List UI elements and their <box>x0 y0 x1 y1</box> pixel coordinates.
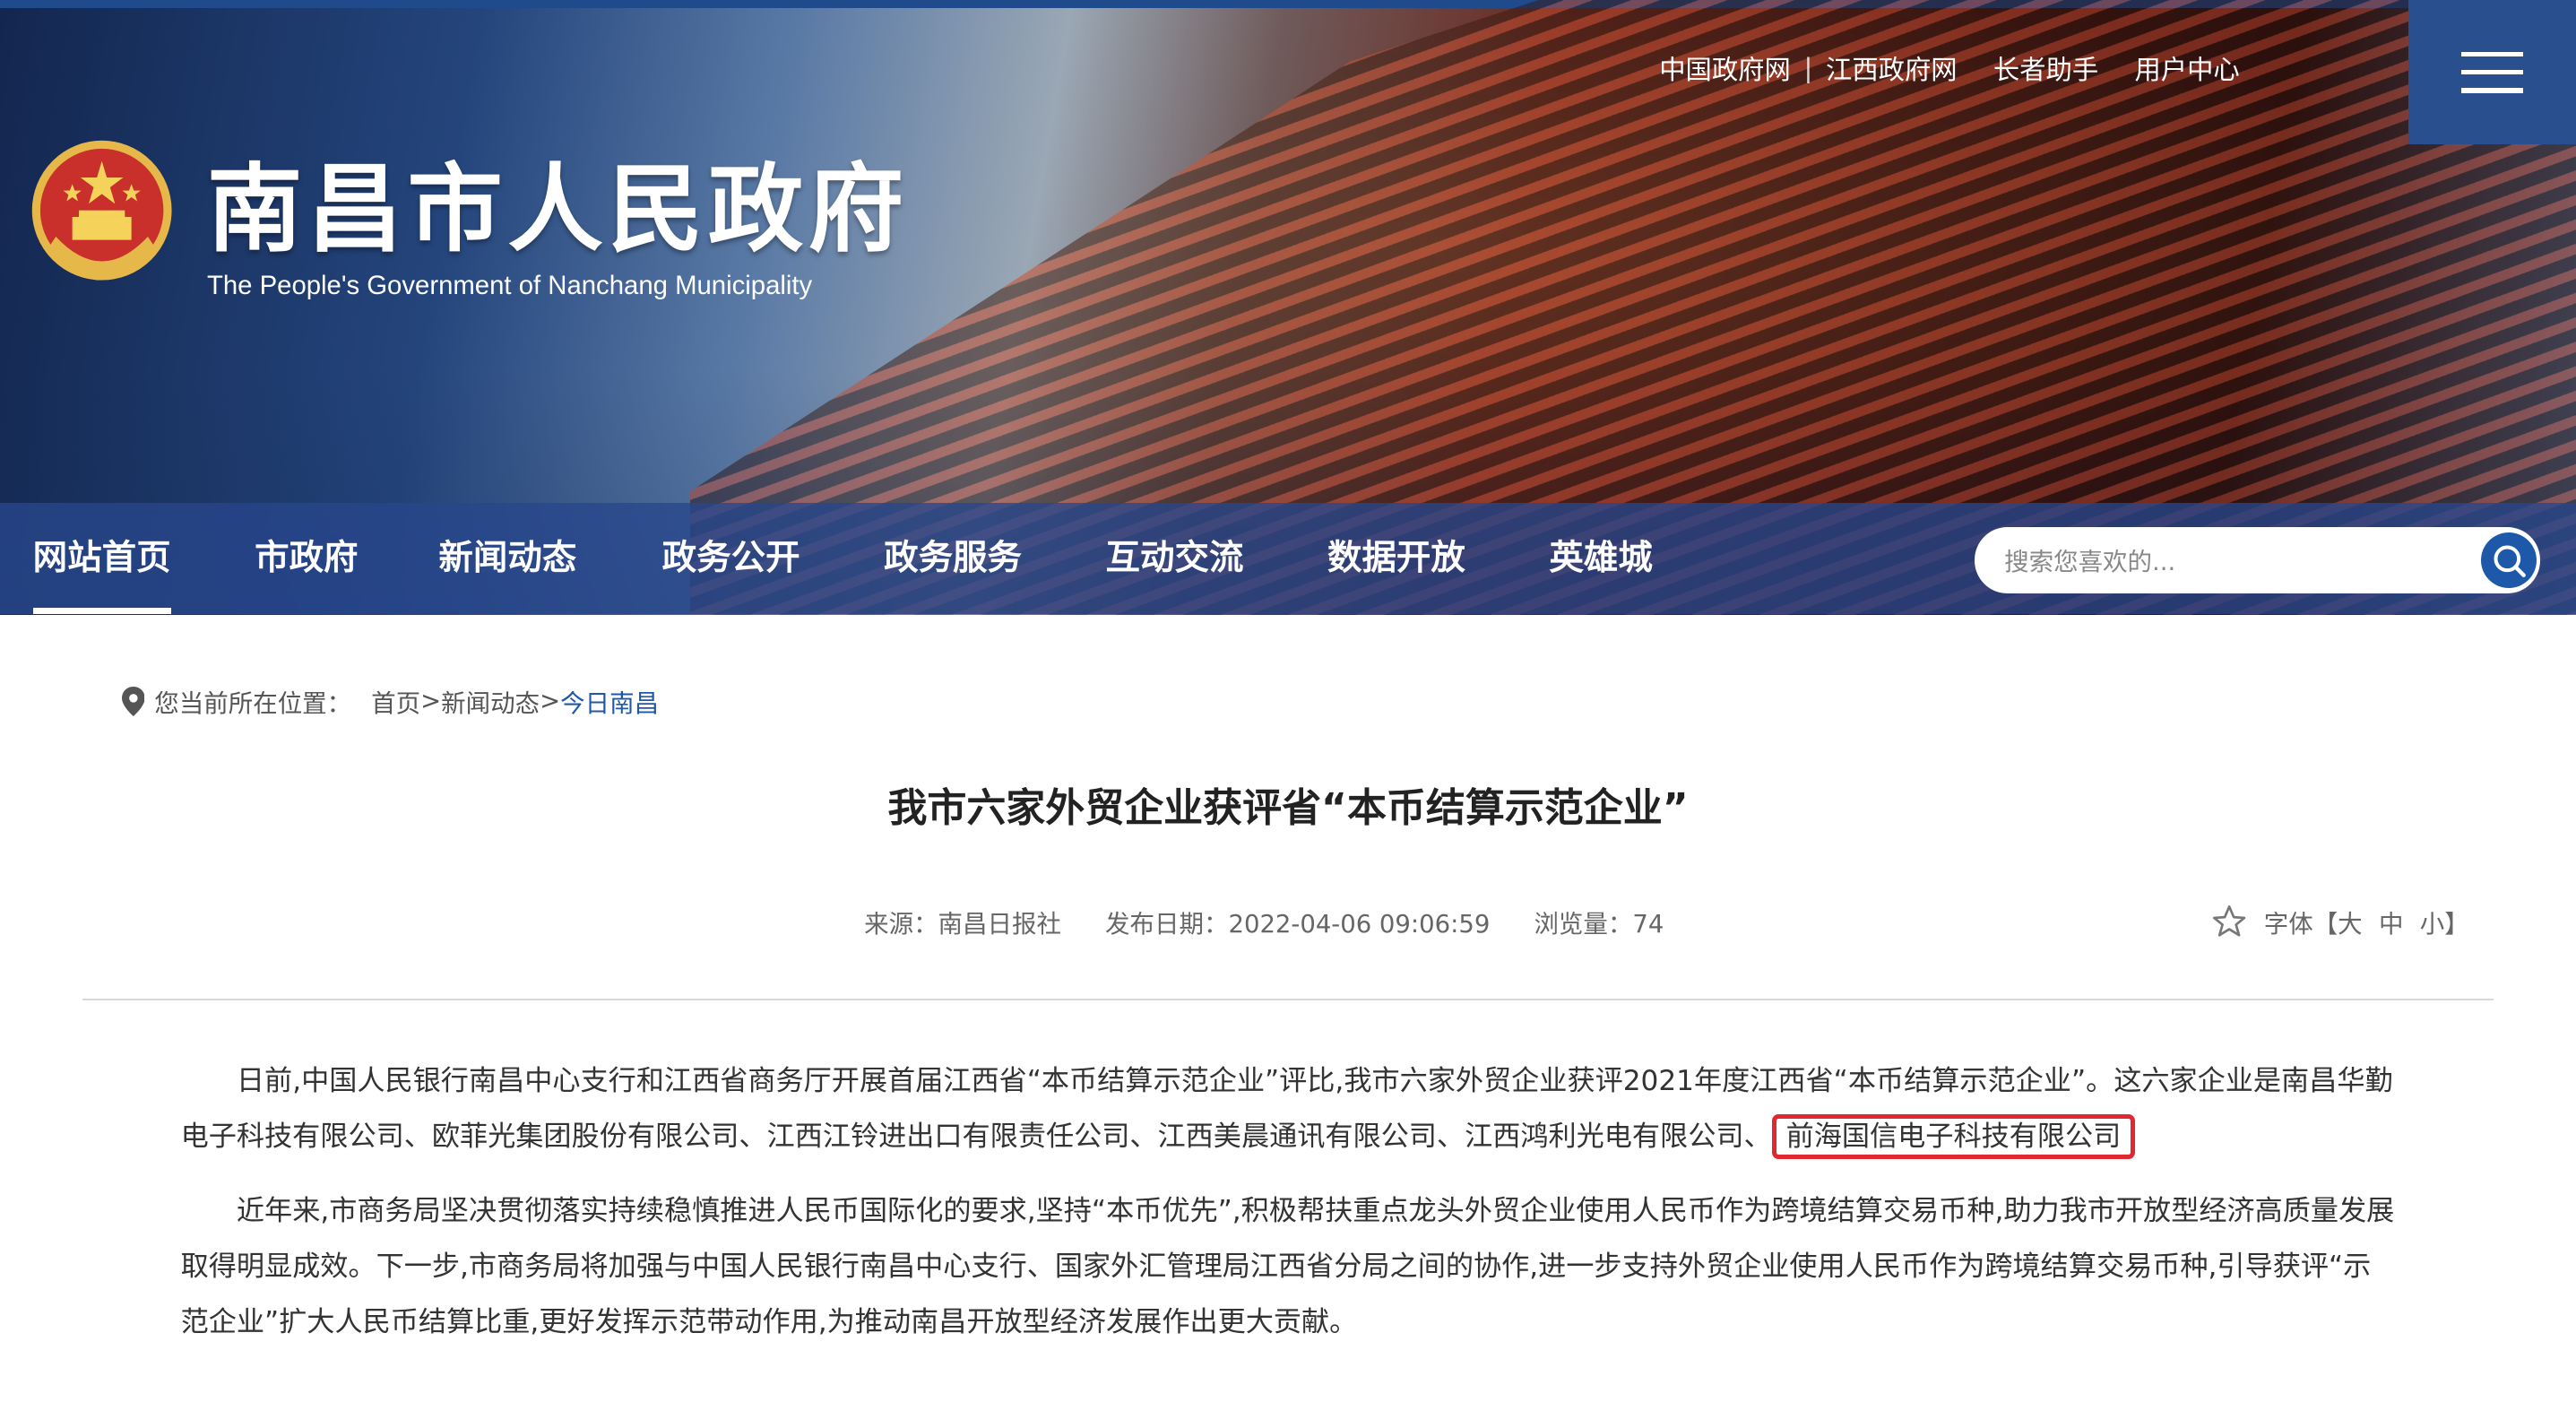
link-separator: | <box>1803 52 1813 83</box>
link-gov-cn[interactable]: 中国政府网 <box>1659 49 1791 87</box>
nav-item-interaction[interactable]: 互动交流 <box>1106 503 1244 615</box>
article-source: 来源：南昌日报社 <box>864 910 1061 939</box>
breadcrumb: 您当前所在位置： 首页 > 新闻动态 > 今日南昌 <box>121 683 659 719</box>
hamburger-menu-icon <box>2460 51 2524 57</box>
nav-item-government[interactable]: 市政府 <box>255 503 358 615</box>
header-banner: 南昌市人民政府 The People's Government of Nanch… <box>0 0 2576 615</box>
article-paragraph-1: 日前,中国人民银行南昌中心支行和江西省商务厅开展首届江西省“本币结算示范企业”评… <box>181 1053 2396 1165</box>
article-date: 发布日期：2022-04-06 09:06:59 <box>1105 910 1491 939</box>
national-emblem-icon <box>31 140 172 281</box>
nav-item-public-affairs[interactable]: 政务公开 <box>662 503 800 615</box>
search-button[interactable] <box>2480 532 2537 589</box>
link-jiangxi-gov[interactable]: 江西政府网 <box>1826 49 1958 87</box>
nav-item-home[interactable]: 网站首页 <box>32 503 171 615</box>
font-small-button[interactable]: 小】 <box>2420 904 2469 939</box>
font-medium-button[interactable]: 中 <box>2379 904 2404 939</box>
article-paragraph-2: 近年来,市商务局坚决贯彻落实持续稳慎推进人民币国际化的要求,坚持“本币优先”,积… <box>180 1194 2395 1339</box>
font-large-button[interactable]: 字体【大 <box>2264 904 2363 939</box>
link-elder-assistant[interactable]: 长者助手 <box>1993 49 2098 87</box>
breadcrumb-home[interactable]: 首页 <box>371 683 420 719</box>
search-icon <box>2494 545 2526 577</box>
nav-item-hero-city[interactable]: 英雄城 <box>1549 503 1652 615</box>
site-subtitle: The People's Government of Nanchang Muni… <box>206 271 813 301</box>
hamburger-menu-button[interactable] <box>2408 0 2576 145</box>
content-divider <box>82 999 2494 1001</box>
location-pin-icon <box>121 686 145 716</box>
nav-item-services[interactable]: 政务服务 <box>884 503 1022 615</box>
article-views: 浏览量：74 <box>1534 910 1664 939</box>
breadcrumb-current[interactable]: 今日南昌 <box>560 683 659 719</box>
highlighted-company: 前海国信电子科技有限公司 <box>1771 1114 2136 1160</box>
breadcrumb-prefix: 您当前所在位置： <box>154 689 352 719</box>
nav-item-open-data[interactable]: 数据开放 <box>1327 503 1465 615</box>
top-links: 中国政府网 | 江西政府网 长者助手 用户中心 <box>1659 49 2240 87</box>
nav-item-news[interactable]: 新闻动态 <box>438 503 576 615</box>
font-size-controls: 字体【大 中 小】 <box>2211 904 2477 939</box>
article-meta: 来源：南昌日报社 发布日期：2022-04-06 09:06:59 浏览量：74 <box>864 904 1700 939</box>
star-outline-icon[interactable] <box>2211 904 2247 939</box>
search-box <box>1975 527 2540 593</box>
breadcrumb-news[interactable]: 新闻动态 <box>441 683 540 719</box>
article-title: 我市六家外贸企业获评省“本币结算示范企业” <box>887 785 1689 832</box>
breadcrumb-separator: > <box>540 687 561 716</box>
site-title[interactable]: 南昌市人民政府 <box>207 132 909 270</box>
breadcrumb-separator: > <box>420 687 442 716</box>
search-input[interactable] <box>2001 537 2468 587</box>
link-user-center[interactable]: 用户中心 <box>2134 49 2239 87</box>
